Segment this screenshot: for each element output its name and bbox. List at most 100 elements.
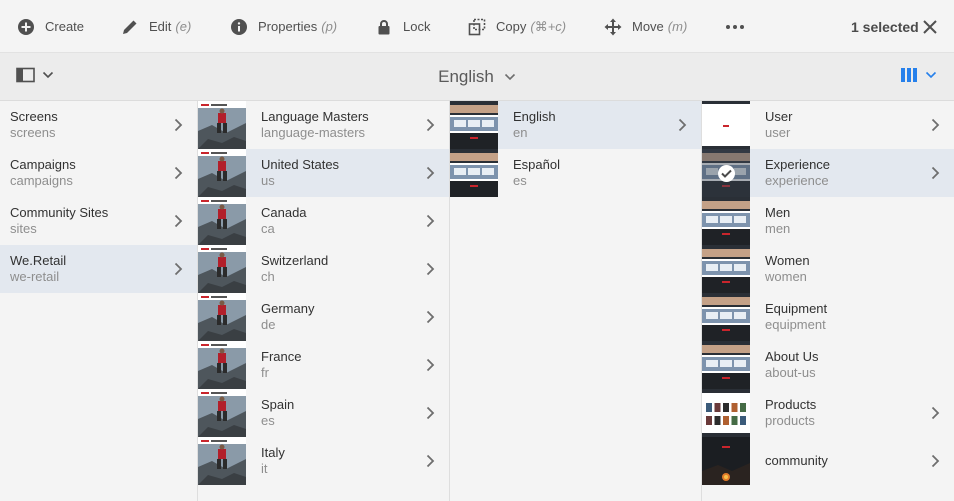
view-switcher[interactable] [900,67,937,83]
item-title: User [765,109,793,124]
item-subtitle: fr [261,365,269,380]
column-3-item[interactable]: User user [702,101,954,149]
chevron-right-icon[interactable] [426,118,435,132]
item-title: Equipment [765,301,828,316]
chevron-right-icon[interactable] [174,262,183,276]
page-thumbnail[interactable] [198,101,246,149]
chevron-right-icon[interactable] [174,118,183,132]
page-thumbnail[interactable] [450,101,498,149]
page-thumbnail[interactable] [198,389,246,437]
page-thumbnail[interactable] [198,149,246,197]
title-dropdown[interactable]: English [438,67,516,87]
column-3-item[interactable]: Equipment equipment [702,293,954,341]
page-thumbnail[interactable] [702,149,750,197]
create-label: Create [45,19,85,34]
column-3-item[interactable]: Experience experience [702,149,954,197]
item-subtitle: experience [765,173,829,188]
column-3-item[interactable]: community [702,437,954,485]
item-text: community [750,453,828,469]
column-0-item[interactable]: Screens screens [0,101,197,149]
column-2-item[interactable]: Español es [450,149,701,197]
page-thumbnail[interactable] [198,341,246,389]
chevron-right-icon[interactable] [931,166,940,180]
item-subtitle: es [261,413,275,428]
item-title: Germany [261,301,315,316]
page-thumbnail[interactable] [702,293,750,341]
item-title: Men [765,205,791,220]
close-icon[interactable] [921,18,939,36]
column-2-item[interactable]: English en [450,101,701,149]
column-3-item[interactable]: Men men [702,197,954,245]
column-1: Language Masters language-masters United S… [198,101,450,501]
chevron-right-icon[interactable] [426,454,435,468]
page-thumbnail[interactable] [198,293,246,341]
column-3-item[interactable]: About Us about-us [702,341,954,389]
page-thumbnail[interactable] [198,437,246,485]
page-thumbnail[interactable] [702,437,750,485]
chevron-right-icon[interactable] [931,454,940,468]
item-text: Switzerland ch [246,253,328,285]
rail-toggle-button[interactable] [16,67,54,83]
column-0-item[interactable]: We.Retail we-retail [0,245,197,293]
column-1-item[interactable]: United States us [198,149,449,197]
more-icon[interactable] [726,0,747,53]
column-0-item[interactable]: Community Sites sites [0,197,197,245]
column-view: Screens screens Campaigns campaigns Communit… [0,101,954,501]
column-1-item[interactable]: Switzerland ch [198,245,449,293]
item-text: About Us about-us [750,349,818,381]
column-1-item[interactable]: Language Masters language-masters [198,101,449,149]
item-text: Italy it [246,445,285,477]
move-button[interactable]: Move (m) [604,0,687,53]
column-3-item[interactable]: Women women [702,245,954,293]
chevron-down-icon [504,73,515,81]
copy-button[interactable]: Copy (⌘+c) [468,0,566,53]
chevron-right-icon[interactable] [426,166,435,180]
column-1-item[interactable]: France fr [198,341,449,389]
move-icon [604,18,622,35]
chevron-right-icon[interactable] [426,406,435,420]
chevron-right-icon[interactable] [678,118,687,132]
item-title: United States [261,157,340,172]
edit-button[interactable]: Edit (e) [121,0,191,53]
edit-label: Edit [149,19,172,34]
column-1-item[interactable]: Spain es [198,389,449,437]
chevron-right-icon[interactable] [174,166,183,180]
chevron-right-icon[interactable] [426,310,435,324]
chevron-right-icon[interactable] [426,358,435,372]
item-title: community [765,453,828,468]
item-text: Men men [750,205,790,237]
item-text: United States us [246,157,339,189]
title-bar: English [0,53,954,101]
page-thumbnail[interactable] [702,101,750,149]
chevron-right-icon[interactable] [426,214,435,228]
column-0-item[interactable]: Campaigns campaigns [0,149,197,197]
action-bar: Create Edit (e) Properties (p) Lock Copy… [0,0,954,53]
chevron-right-icon[interactable] [931,118,940,132]
page-thumbnail[interactable] [702,197,750,245]
properties-button[interactable]: Properties (p) [230,0,337,53]
chevron-right-icon[interactable] [426,262,435,276]
page-thumbnail[interactable] [198,197,246,245]
page-thumbnail[interactable] [702,245,750,293]
copy-label: Copy [496,19,527,34]
page-thumbnail[interactable] [450,149,498,197]
page-thumbnail[interactable] [702,389,750,437]
chevron-right-icon[interactable] [931,406,940,420]
item-text: Screens screens [0,109,58,141]
page-thumbnail[interactable] [702,341,750,389]
page-thumbnail[interactable] [198,245,246,293]
create-button[interactable]: Create [17,0,84,53]
properties-label: Properties [258,19,318,34]
chevron-right-icon[interactable] [174,214,183,228]
lock-button[interactable]: Lock [375,0,430,53]
column-1-item[interactable]: Germany de [198,293,449,341]
item-text: Language Masters language-masters [246,109,369,141]
edit-shortcut: (e) [175,19,192,34]
column-1-item[interactable]: Italy it [198,437,449,485]
column-1-item[interactable]: Canada ca [198,197,449,245]
item-subtitle: women [765,269,807,284]
column-3-item[interactable]: Products products [702,389,954,437]
item-title: English [513,109,556,124]
item-text: France fr [246,349,301,381]
lock-icon [378,19,390,34]
